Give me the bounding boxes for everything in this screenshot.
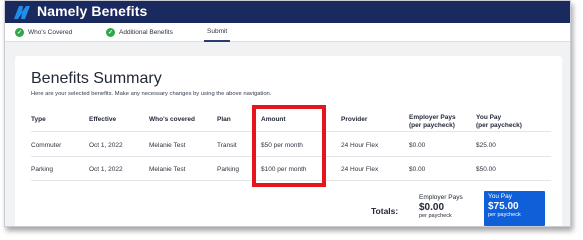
you-pay-total: You Pay $75.00 per paycheck bbox=[484, 191, 545, 226]
top-header: Namely Benefits bbox=[5, 1, 570, 23]
tab-label: Submit bbox=[207, 28, 228, 35]
tab-label: Additional Benefits bbox=[119, 29, 173, 36]
cell-employer-pays: $0.00 bbox=[409, 166, 426, 173]
benefits-summary-card: Benefits Summary Here are your selected … bbox=[15, 56, 562, 226]
namely-logo-icon bbox=[14, 6, 30, 19]
cell-provider: 24 Hour Flex bbox=[341, 166, 379, 173]
cell-effective: Oct 1, 2022 bbox=[89, 142, 123, 149]
employer-total-sub: per paycheck bbox=[419, 213, 452, 219]
amount-column-highlight bbox=[252, 105, 326, 187]
tab-whos-covered[interactable]: ✓ Who's Covered bbox=[15, 23, 72, 42]
header-provider: Provider bbox=[341, 116, 368, 123]
header-you-pay: You Pay (per paycheck) bbox=[476, 114, 522, 129]
header-type: Type bbox=[31, 116, 46, 123]
employer-pays-total: Employer Pays $0.00 per paycheck bbox=[419, 194, 463, 219]
tab-label: Who's Covered bbox=[28, 29, 73, 36]
cell-covered: Melanie Test bbox=[149, 166, 186, 173]
you-total-label: You Pay bbox=[488, 193, 512, 200]
cell-type: Parking bbox=[31, 166, 54, 173]
app-title: Namely Benefits bbox=[37, 3, 148, 19]
cell-provider: 24 Hour Flex bbox=[341, 142, 379, 149]
tab-submit[interactable]: Submit bbox=[204, 23, 231, 42]
you-total-sub: per paycheck bbox=[488, 212, 521, 218]
page-title: Benefits Summary bbox=[31, 70, 162, 87]
cell-plan: Parking bbox=[217, 166, 240, 173]
cell-covered: Melanie Test bbox=[149, 142, 186, 149]
totals-label: Totals: bbox=[371, 206, 399, 216]
employer-total-amount: $0.00 bbox=[419, 202, 445, 213]
header-effective: Effective bbox=[89, 116, 117, 123]
cell-effective: Oct 1, 2022 bbox=[89, 166, 123, 173]
header-whos-covered: Who's covered bbox=[149, 116, 195, 123]
cell-type: Commuter bbox=[31, 142, 62, 149]
check-circle-icon: ✓ bbox=[106, 28, 115, 37]
you-total-amount: $75.00 bbox=[488, 201, 519, 212]
header-plan: Plan bbox=[217, 116, 231, 123]
tab-bar: ✓ Who's Covered ✓ Additional Benefits Su… bbox=[5, 23, 570, 42]
check-circle-icon: ✓ bbox=[15, 28, 24, 37]
cell-employer-pays: $0.00 bbox=[409, 142, 426, 149]
cell-you-pay: $50.00 bbox=[476, 166, 496, 173]
cell-plan: Transit bbox=[217, 142, 237, 149]
tab-additional-benefits[interactable]: ✓ Additional Benefits bbox=[106, 23, 173, 42]
header-employer-pays: Employer Pays (per paycheck) bbox=[409, 114, 456, 129]
app-window: Namely Benefits ✓ Who's Covered ✓ Additi… bbox=[4, 0, 571, 227]
employer-total-label: Employer Pays bbox=[419, 194, 463, 201]
instructions-text: Here are your selected benefits. Make an… bbox=[31, 91, 272, 97]
cell-you-pay: $25.00 bbox=[476, 142, 496, 149]
